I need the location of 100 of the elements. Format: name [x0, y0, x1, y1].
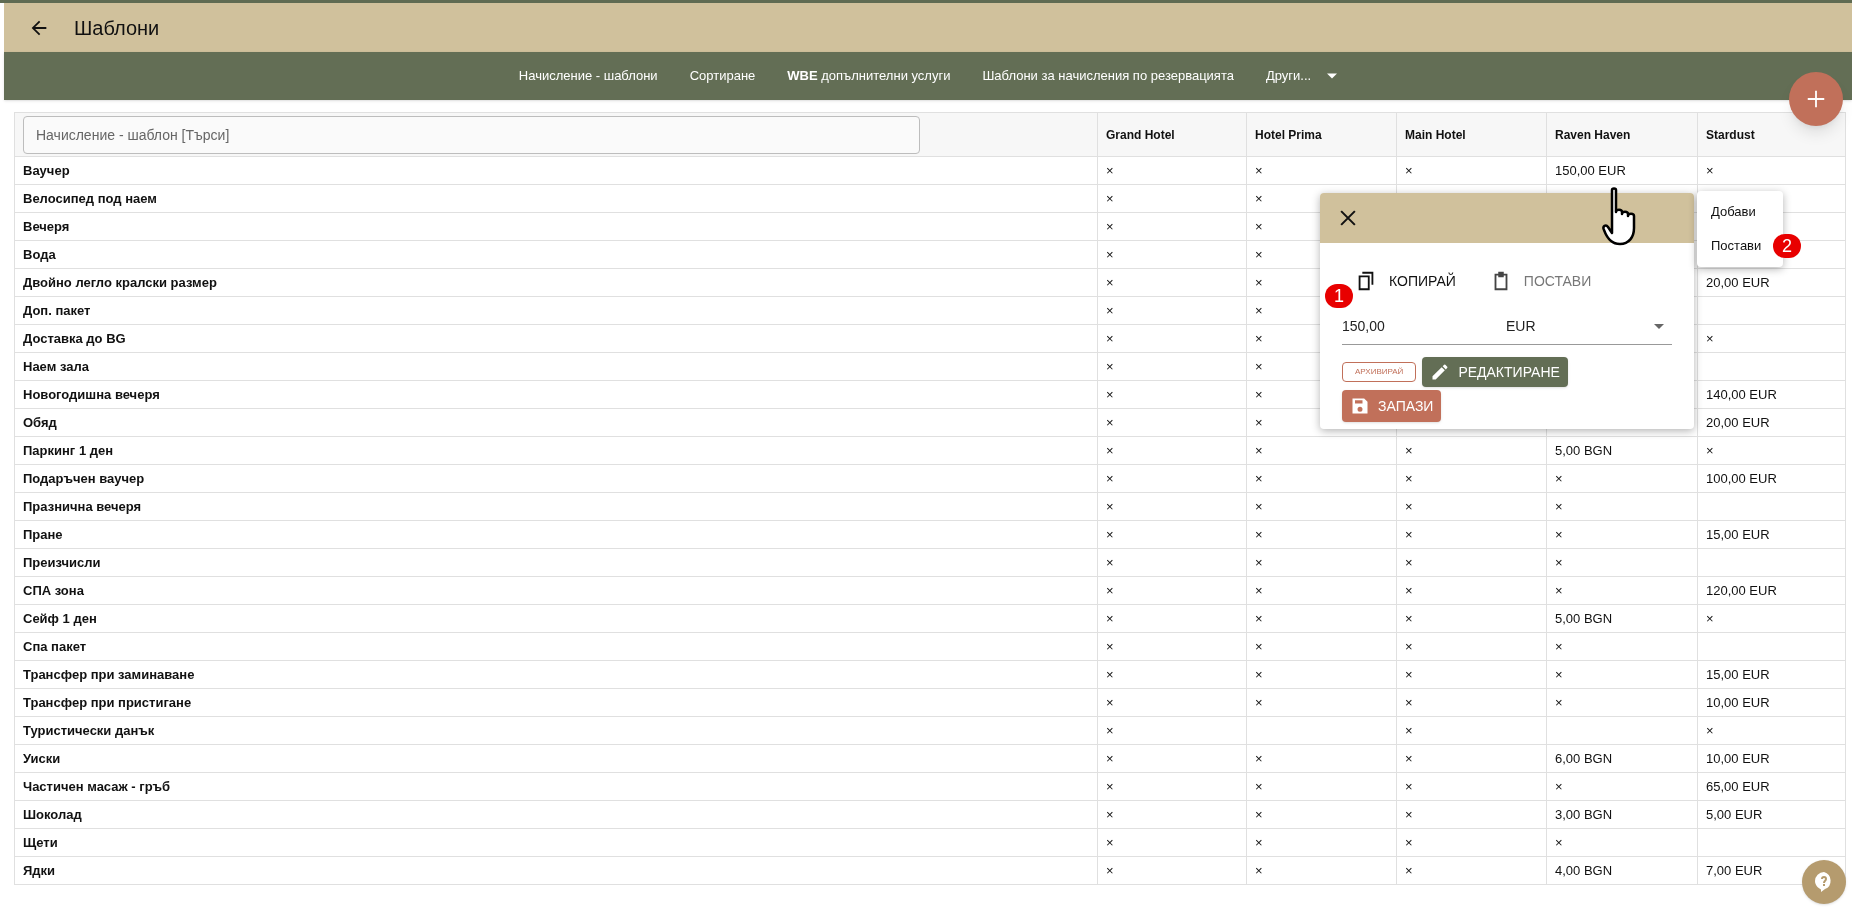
table-cell[interactable]: × [1255, 470, 1263, 486]
table-cell[interactable]: × [1106, 330, 1114, 346]
archive-button[interactable]: АРХИВИРАЙ [1342, 362, 1417, 382]
table-cell[interactable]: × [1706, 722, 1714, 738]
table-cell[interactable]: × [1106, 638, 1114, 654]
table-cell[interactable]: × [1706, 162, 1714, 178]
table-cell[interactable]: × [1255, 302, 1263, 318]
table-cell[interactable]: × [1106, 414, 1114, 430]
table-cell[interactable]: × [1405, 554, 1413, 570]
table-cell[interactable]: × [1405, 666, 1413, 682]
table-cell[interactable]: × [1255, 246, 1263, 262]
table-cell[interactable]: × [1255, 414, 1263, 430]
table-cell[interactable]: × [1255, 610, 1263, 626]
table-cell[interactable]: × [1706, 442, 1714, 458]
table-cell[interactable]: × [1106, 778, 1114, 794]
table-cell[interactable]: × [1106, 750, 1114, 766]
table-cell[interactable]: × [1255, 330, 1263, 346]
table-cell[interactable]: × [1255, 498, 1263, 514]
table-cell[interactable]: × [1106, 554, 1114, 570]
table-cell[interactable]: × [1405, 610, 1413, 626]
menu-item[interactable]: Добави [1697, 202, 1756, 222]
table-cell[interactable]: × [1106, 694, 1114, 710]
table-cell[interactable]: × [1405, 470, 1413, 486]
table-cell[interactable]: × [1106, 582, 1114, 598]
copy-button[interactable]: КОПИРАЙ [1355, 269, 1456, 293]
table-cell[interactable]: × [1706, 610, 1714, 626]
table-cell[interactable]: × [1255, 862, 1263, 878]
table-cell[interactable]: × [1405, 442, 1413, 458]
nav-link[interactable]: Сортиране [689, 66, 756, 86]
save-button[interactable]: ЗАПАЗИ [1342, 390, 1442, 422]
menu-item[interactable]: Постави [1697, 236, 1762, 256]
table-cell[interactable]: × [1255, 274, 1263, 290]
table-cell[interactable]: × [1106, 162, 1114, 178]
table-cell[interactable]: × [1555, 666, 1563, 682]
table-cell[interactable]: × [1555, 554, 1563, 570]
table-cell[interactable]: × [1106, 246, 1114, 262]
close-icon[interactable] [1340, 210, 1356, 226]
table-cell[interactable]: × [1405, 162, 1413, 178]
table-cell[interactable]: × [1106, 526, 1114, 542]
table-cell[interactable]: × [1405, 582, 1413, 598]
table-cell[interactable]: × [1106, 610, 1114, 626]
table-cell[interactable]: × [1255, 554, 1263, 570]
caret-icon [1327, 73, 1338, 79]
table-cell[interactable]: × [1106, 218, 1114, 234]
table-cell[interactable]: × [1106, 302, 1114, 318]
dropdown-caret-icon[interactable] [1654, 324, 1664, 329]
table-cell[interactable]: × [1255, 442, 1263, 458]
nav-link[interactable]: Шаблони за начисления по резервацията [982, 66, 1234, 86]
table-cell[interactable]: × [1255, 582, 1263, 598]
table-cell[interactable]: × [1106, 862, 1114, 878]
nav-link[interactable]: WBE допълнителни услуги [787, 66, 951, 86]
table-cell[interactable]: × [1555, 526, 1563, 542]
table-cell[interactable]: × [1405, 638, 1413, 654]
more-dropdown[interactable]: Други... [1265, 66, 1338, 86]
nav-link[interactable]: Начисление - шаблони [518, 66, 658, 86]
table-cell[interactable]: × [1106, 190, 1114, 206]
table-cell[interactable]: × [1405, 862, 1413, 878]
table-cell[interactable]: × [1405, 722, 1413, 738]
table-cell[interactable]: × [1405, 694, 1413, 710]
table-cell[interactable]: × [1106, 666, 1114, 682]
amount-field[interactable]: 150,00 EUR [1342, 309, 1672, 345]
table-cell[interactable]: × [1405, 778, 1413, 794]
table-cell[interactable]: × [1106, 722, 1114, 738]
edit-button[interactable]: РЕДАКТИРАНЕ [1422, 357, 1568, 387]
table-cell[interactable]: × [1405, 750, 1413, 766]
table-cell[interactable]: × [1405, 834, 1413, 850]
table-cell[interactable]: × [1255, 666, 1263, 682]
table-cell[interactable]: × [1255, 806, 1263, 822]
table-cell[interactable]: × [1555, 582, 1563, 598]
table-cell[interactable]: × [1255, 526, 1263, 542]
table-cell[interactable]: × [1106, 358, 1114, 374]
table-cell[interactable]: × [1555, 638, 1563, 654]
table-cell[interactable]: × [1555, 694, 1563, 710]
help-button[interactable] [1802, 860, 1846, 904]
table-cell[interactable]: × [1106, 442, 1114, 458]
table-cell[interactable]: × [1555, 470, 1563, 486]
table-cell[interactable]: × [1106, 806, 1114, 822]
table-cell[interactable]: × [1255, 162, 1263, 178]
table-cell[interactable]: × [1255, 834, 1263, 850]
table-cell[interactable]: × [1106, 834, 1114, 850]
table-cell[interactable]: × [1555, 778, 1563, 794]
table-cell[interactable]: × [1405, 498, 1413, 514]
table-cell[interactable]: × [1555, 834, 1563, 850]
table-cell[interactable]: × [1255, 638, 1263, 654]
table-cell[interactable]: × [1405, 806, 1413, 822]
table-cell[interactable]: × [1255, 778, 1263, 794]
table-cell[interactable]: × [1106, 274, 1114, 290]
table-cell[interactable]: × [1706, 330, 1714, 346]
table-cell[interactable]: × [1255, 386, 1263, 402]
search-field[interactable]: Начисление - шаблон [Търси] [23, 115, 920, 154]
table-cell[interactable]: × [1255, 750, 1263, 766]
table-cell[interactable]: × [1255, 190, 1263, 206]
table-cell[interactable]: × [1106, 386, 1114, 402]
table-cell[interactable]: × [1106, 498, 1114, 514]
table-cell[interactable]: × [1405, 526, 1413, 542]
table-cell[interactable]: × [1255, 218, 1263, 234]
table-cell[interactable]: × [1255, 358, 1263, 374]
table-cell[interactable]: × [1255, 694, 1263, 710]
table-cell[interactable]: × [1555, 498, 1563, 514]
table-cell[interactable]: × [1106, 470, 1114, 486]
